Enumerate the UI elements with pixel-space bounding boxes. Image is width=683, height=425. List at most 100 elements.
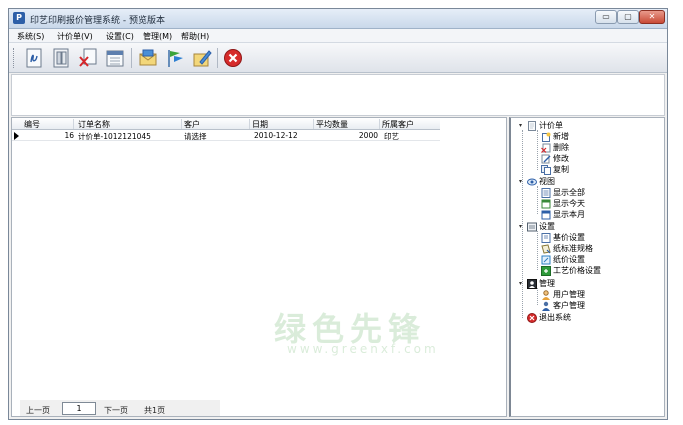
toolbar-grip[interactable] (13, 48, 16, 68)
tree-item-delete[interactable]: 删除 (541, 142, 569, 153)
mail-icon (139, 49, 157, 66)
tree-item-label: 显示今天 (553, 199, 585, 208)
page-number-input[interactable]: 1 (62, 402, 96, 415)
toolbar-exit-button[interactable] (222, 47, 244, 69)
flag-icon (168, 50, 183, 67)
tree-item-label: 显示全部 (553, 188, 585, 197)
paper-price-icon (541, 255, 551, 264)
tree-group-manage[interactable]: 管理 (527, 278, 555, 289)
menu-bar: 系统(S) 计价单(V) 设置(C) 管理(M) 帮助(H) (9, 29, 667, 43)
tree-item-customer-manage[interactable]: 客户管理 (541, 300, 585, 311)
tree-item-show-all[interactable]: 显示全部 (541, 187, 585, 198)
tree-item-label: 删除 (553, 143, 569, 152)
window-title: 印艺印刷报价管理系统 - 预览版本 (30, 16, 165, 26)
process-icon (541, 265, 551, 276)
list-icon (541, 187, 551, 198)
toolbar-calendar-button[interactable] (104, 47, 126, 69)
new-icon (542, 132, 551, 142)
next-page-link[interactable]: 下一页 (104, 405, 128, 416)
menu-manage[interactable]: 管理(M) (143, 31, 172, 42)
column-header-owner[interactable]: 所属客户 (382, 119, 440, 129)
toolbar-delete-button[interactable] (77, 47, 99, 69)
tree-item-label: 修改 (553, 154, 569, 163)
tree-connector (537, 186, 538, 214)
menu-quote[interactable]: 计价单(V) (57, 31, 93, 42)
tree-item-label: 基价设置 (553, 233, 585, 242)
tree-item-process-price[interactable]: 工艺价格设置 (541, 265, 601, 276)
toolbar-quote-button[interactable] (23, 47, 45, 69)
delete-icon (541, 143, 551, 153)
tree-group-quote[interactable]: 计价单 (527, 120, 563, 131)
tree-item-exit-system[interactable]: 退出系统 (527, 312, 571, 323)
modify-icon (541, 154, 551, 163)
tree-item-modify[interactable]: 修改 (541, 153, 569, 164)
tree-collapse-icon[interactable]: ▾ (519, 123, 525, 129)
customer-icon (542, 301, 550, 311)
navigation-tree: ▾ 计价单 新增 删除 修改 复制 ▾ 视图 显示全部 显示今天 显示本月 ▾ … (509, 117, 665, 417)
toolbar-view-button[interactable] (50, 47, 72, 69)
tree-item-label: 纸标准规格 (553, 244, 593, 253)
eye-icon (527, 178, 537, 185)
tree-group-label: 视图 (539, 177, 555, 186)
tree-group-settings[interactable]: 设置 (527, 221, 555, 232)
tree-connector (537, 231, 538, 270)
view-icon (53, 48, 69, 68)
tree-item-user-manage[interactable]: 用户管理 (541, 289, 585, 300)
close-button[interactable]: ✕ (639, 10, 665, 24)
cell-id: 16 (64, 131, 74, 140)
maximize-button[interactable]: ▢ (617, 10, 639, 24)
page-total-label: 共1页 (144, 406, 166, 415)
pager: 上一页 1 下一页 共1页 (20, 400, 220, 416)
toolbar-edit-button[interactable] (191, 47, 213, 69)
tree-item-show-month[interactable]: 显示本月 (541, 209, 585, 220)
tree-item-label: 退出系统 (539, 313, 571, 322)
column-header-customer[interactable]: 客户 (184, 119, 250, 129)
row-indicator-icon (14, 132, 19, 140)
column-header-id[interactable]: 编号 (24, 119, 74, 129)
tree-item-base-price[interactable]: 基价设置 (541, 232, 585, 243)
cell-avg-qty: 2000 (358, 131, 378, 140)
tree-group-label: 设置 (539, 222, 555, 231)
tree-connector (522, 130, 523, 318)
prev-page-link[interactable]: 上一页 (26, 405, 50, 416)
quote-icon (26, 48, 42, 68)
title-bar[interactable]: P 印艺印刷报价管理系统 - 预览版本 ▭ ▢ ✕ (9, 9, 667, 29)
menu-settings[interactable]: 设置(C) (106, 31, 134, 42)
column-header-avg-qty[interactable]: 平均数量 (316, 119, 380, 129)
column-header-order-name[interactable]: 订单名称 (78, 119, 182, 129)
tree-item-label: 用户管理 (553, 290, 585, 299)
tree-item-label: 工艺价格设置 (553, 266, 601, 275)
tree-item-paper-spec[interactable]: 纸标准规格 (541, 243, 593, 254)
copy-icon (541, 164, 551, 175)
minimize-button[interactable]: ▭ (595, 10, 617, 24)
tree-item-copy[interactable]: 复制 (541, 164, 569, 175)
user-icon (542, 289, 550, 300)
app-logo-icon: P (13, 12, 25, 24)
toolbar-separator (217, 48, 218, 68)
watermark-url: www.greenxf.com (287, 342, 439, 356)
order-grid: 编号 订单名称 客户 日期 平均数量 所属客户 16 计价单-101212104… (11, 117, 507, 417)
tree-connector (537, 130, 538, 170)
delete-icon (79, 48, 97, 67)
tree-item-paper-price[interactable]: 纸价设置 (541, 254, 585, 265)
column-header-date[interactable]: 日期 (252, 119, 314, 129)
tree-item-show-today[interactable]: 显示今天 (541, 198, 585, 209)
toolbar-flag-button[interactable] (164, 47, 186, 69)
tree-item-label: 客户管理 (553, 301, 585, 310)
cell-date: 2010-12-12 (254, 131, 298, 140)
paper-spec-icon (541, 243, 551, 254)
info-panel (11, 74, 665, 116)
menu-system[interactable]: 系统(S) (17, 31, 44, 42)
tree-group-label: 计价单 (539, 121, 563, 130)
tree-connector (537, 288, 538, 305)
toolbar-mail-button[interactable] (137, 47, 159, 69)
tree-item-label: 新增 (553, 132, 569, 141)
settings-icon (527, 222, 537, 231)
edit-icon (193, 50, 212, 67)
month-icon (541, 210, 551, 219)
tree-item-label: 纸价设置 (553, 255, 585, 264)
tree-item-new[interactable]: 新增 (541, 131, 569, 142)
menu-help[interactable]: 帮助(H) (181, 31, 209, 42)
tree-group-view[interactable]: 视图 (527, 176, 555, 187)
table-row[interactable]: 16 计价单-1012121045 请选择 2010-12-12 2000 印艺 (12, 130, 440, 141)
